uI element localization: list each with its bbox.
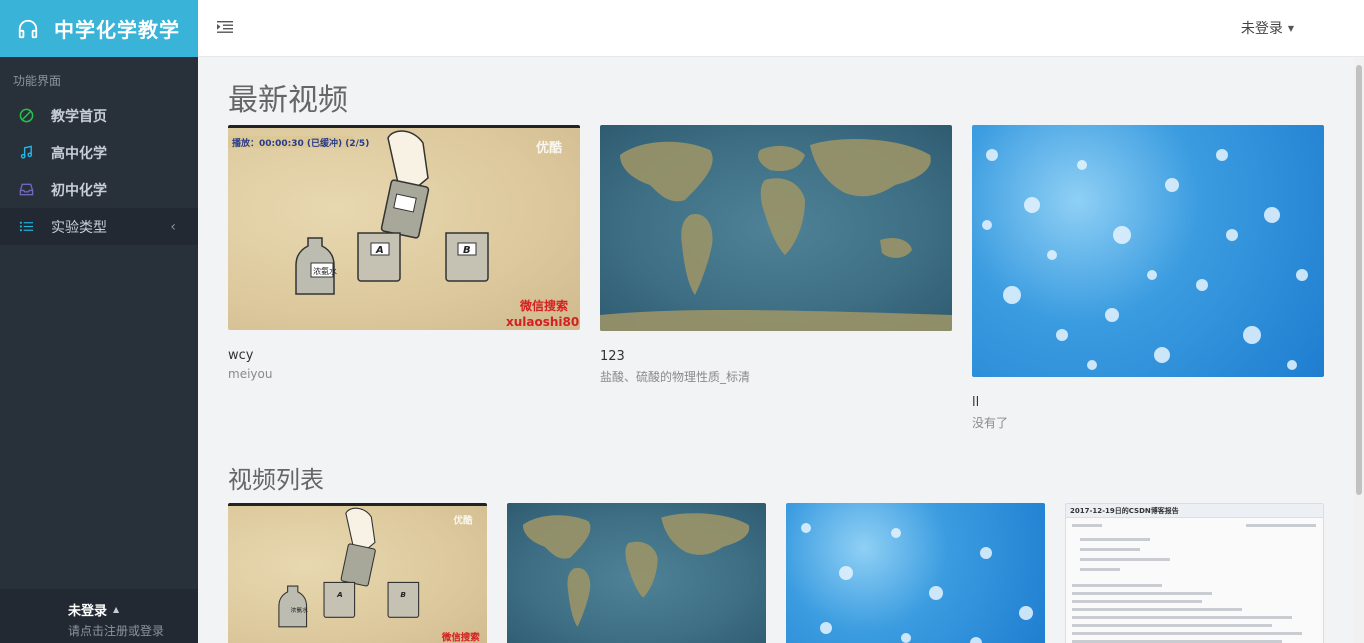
inbox-icon [19, 182, 34, 197]
sidebar-item-home[interactable]: 教学首页 [0, 97, 198, 134]
video-subtitle: 没有了 [972, 416, 1009, 430]
menu-toggle-icon[interactable] [217, 20, 233, 34]
video-thumbnail[interactable]: A B 浓氨水 优酷 微信搜索 [228, 503, 487, 643]
svg-text:播放：00:00:30 (已缓冲) (2/5): 播放：00:00:30 (已缓冲) (2/5) [232, 137, 369, 149]
video-card[interactable]: 播放：00:00:30 (已缓冲) (2/5) 浓氨水 A B 优酷 微信搜索 … [228, 125, 580, 381]
document-text-lines [1072, 524, 1316, 643]
sidebar-item-experiment-type[interactable]: 实验类型 ‹ [0, 208, 198, 245]
video-thumbnail[interactable] [600, 125, 952, 331]
page-scrollbar[interactable] [1354, 57, 1364, 643]
video-thumbnail[interactable]: 2017-12-19日的CSDN博客报告 [1065, 503, 1324, 643]
video-subtitle: 盐酸、硫酸的物理性质_标清 [600, 370, 751, 384]
video-title[interactable]: wcy [228, 348, 580, 363]
sidebar-item-label: 初中化学 [51, 182, 107, 199]
overlay-brand-text: 微信搜索 [441, 632, 480, 643]
scrollbar-thumb[interactable] [1356, 65, 1362, 495]
sidebar-item-label: 教学首页 [51, 108, 107, 125]
sidebar-item-label: 高中化学 [51, 145, 107, 162]
video-thumbnail[interactable]: 播放：00:00:30 (已缓冲) (2/5) 浓氨水 A B 优酷 微信搜索 … [228, 125, 580, 330]
video-thumbnail[interactable] [786, 503, 1045, 643]
sidebar-user-name: 未登录 [68, 604, 108, 619]
doc-title: 2017-12-19日的CSDN博客报告 [1066, 504, 1323, 518]
caret-down-icon: ▼ [1287, 23, 1294, 33]
video-list-item[interactable] [507, 503, 766, 643]
overlay-brand-text: 微信搜索 [519, 298, 568, 313]
world-map-image [522, 513, 750, 627]
user-menu-label: 未登录 [1240, 21, 1283, 37]
chemistry-cartoon-image: A B 浓氨水 优酷 微信搜索 [278, 507, 480, 643]
chevron-left-icon: ‹ [170, 218, 176, 235]
sidebar-item-middle-school[interactable]: 初中化学 [0, 171, 198, 208]
video-thumbnail[interactable] [507, 503, 766, 643]
bottle-label: 浓氨水 [313, 266, 337, 276]
video-title[interactable]: 123 [600, 349, 952, 364]
overlay-id-text: xulaoshi808 [506, 315, 580, 329]
snowflake-pattern-image [982, 149, 1308, 370]
sidebar-user[interactable]: 未登录 ▲ [68, 600, 198, 619]
video-list-title: 视频列表 [228, 466, 324, 494]
sidebar: 中学化学教学 功能界面 教学首页 高中化学 初中化学 实验类型 ‹ 未登录 ▲ … [0, 0, 198, 643]
beaker-a-label: A [375, 245, 384, 256]
beaker-a-label: A [336, 590, 343, 599]
video-card[interactable]: 123 盐酸、硫酸的物理性质_标清 [600, 125, 952, 385]
video-card[interactable]: ll 没有了 [972, 125, 1324, 431]
brand-title: 中学化学教学 [54, 18, 180, 42]
music-note-icon [19, 145, 34, 160]
caret-up-icon: ▲ [113, 605, 120, 614]
video-subtitle: meiyou [228, 367, 273, 381]
watermark-text: 优酷 [536, 140, 562, 156]
list-icon [19, 219, 34, 234]
video-list-item[interactable]: 2017-12-19日的CSDN博客报告 [1065, 503, 1324, 643]
chemistry-cartoon-image: 播放：00:00:30 (已缓冲) (2/5) 浓氨水 A B 优酷 微信搜索 … [228, 130, 580, 329]
watermark-text: 优酷 [454, 514, 473, 526]
sidebar-item-label: 实验类型 [51, 219, 107, 236]
snowflake-pattern-image [801, 523, 1033, 643]
brand[interactable]: 中学化学教学 [0, 0, 198, 57]
sidebar-section-label: 功能界面 [13, 74, 62, 88]
video-list-item[interactable] [786, 503, 1045, 643]
compass-icon [19, 108, 34, 123]
video-list-item[interactable]: A B 浓氨水 优酷 微信搜索 [228, 503, 487, 643]
beaker-b-label: B [400, 590, 406, 599]
headphones-icon [18, 19, 38, 38]
sidebar-item-high-school[interactable]: 高中化学 [0, 134, 198, 171]
beaker-b-label: B [463, 245, 471, 256]
top-header: 未登录 ▼ [198, 0, 1364, 57]
user-menu[interactable]: 未登录 ▼ [1241, 18, 1294, 38]
latest-videos-title: 最新视频 [228, 83, 348, 118]
world-map-image [600, 139, 952, 331]
video-title[interactable]: ll [972, 395, 1324, 410]
sidebar-user-panel[interactable]: 未登录 ▲ 请点击注册或登录 [0, 589, 198, 643]
main-content: 最新视频 播放：00:00:30 (已缓冲) (2/5) 浓氨水 A B 优酷 … [198, 57, 1354, 643]
sidebar-login-hint: 请点击注册或登录 [68, 624, 165, 638]
video-thumbnail[interactable] [972, 125, 1324, 377]
